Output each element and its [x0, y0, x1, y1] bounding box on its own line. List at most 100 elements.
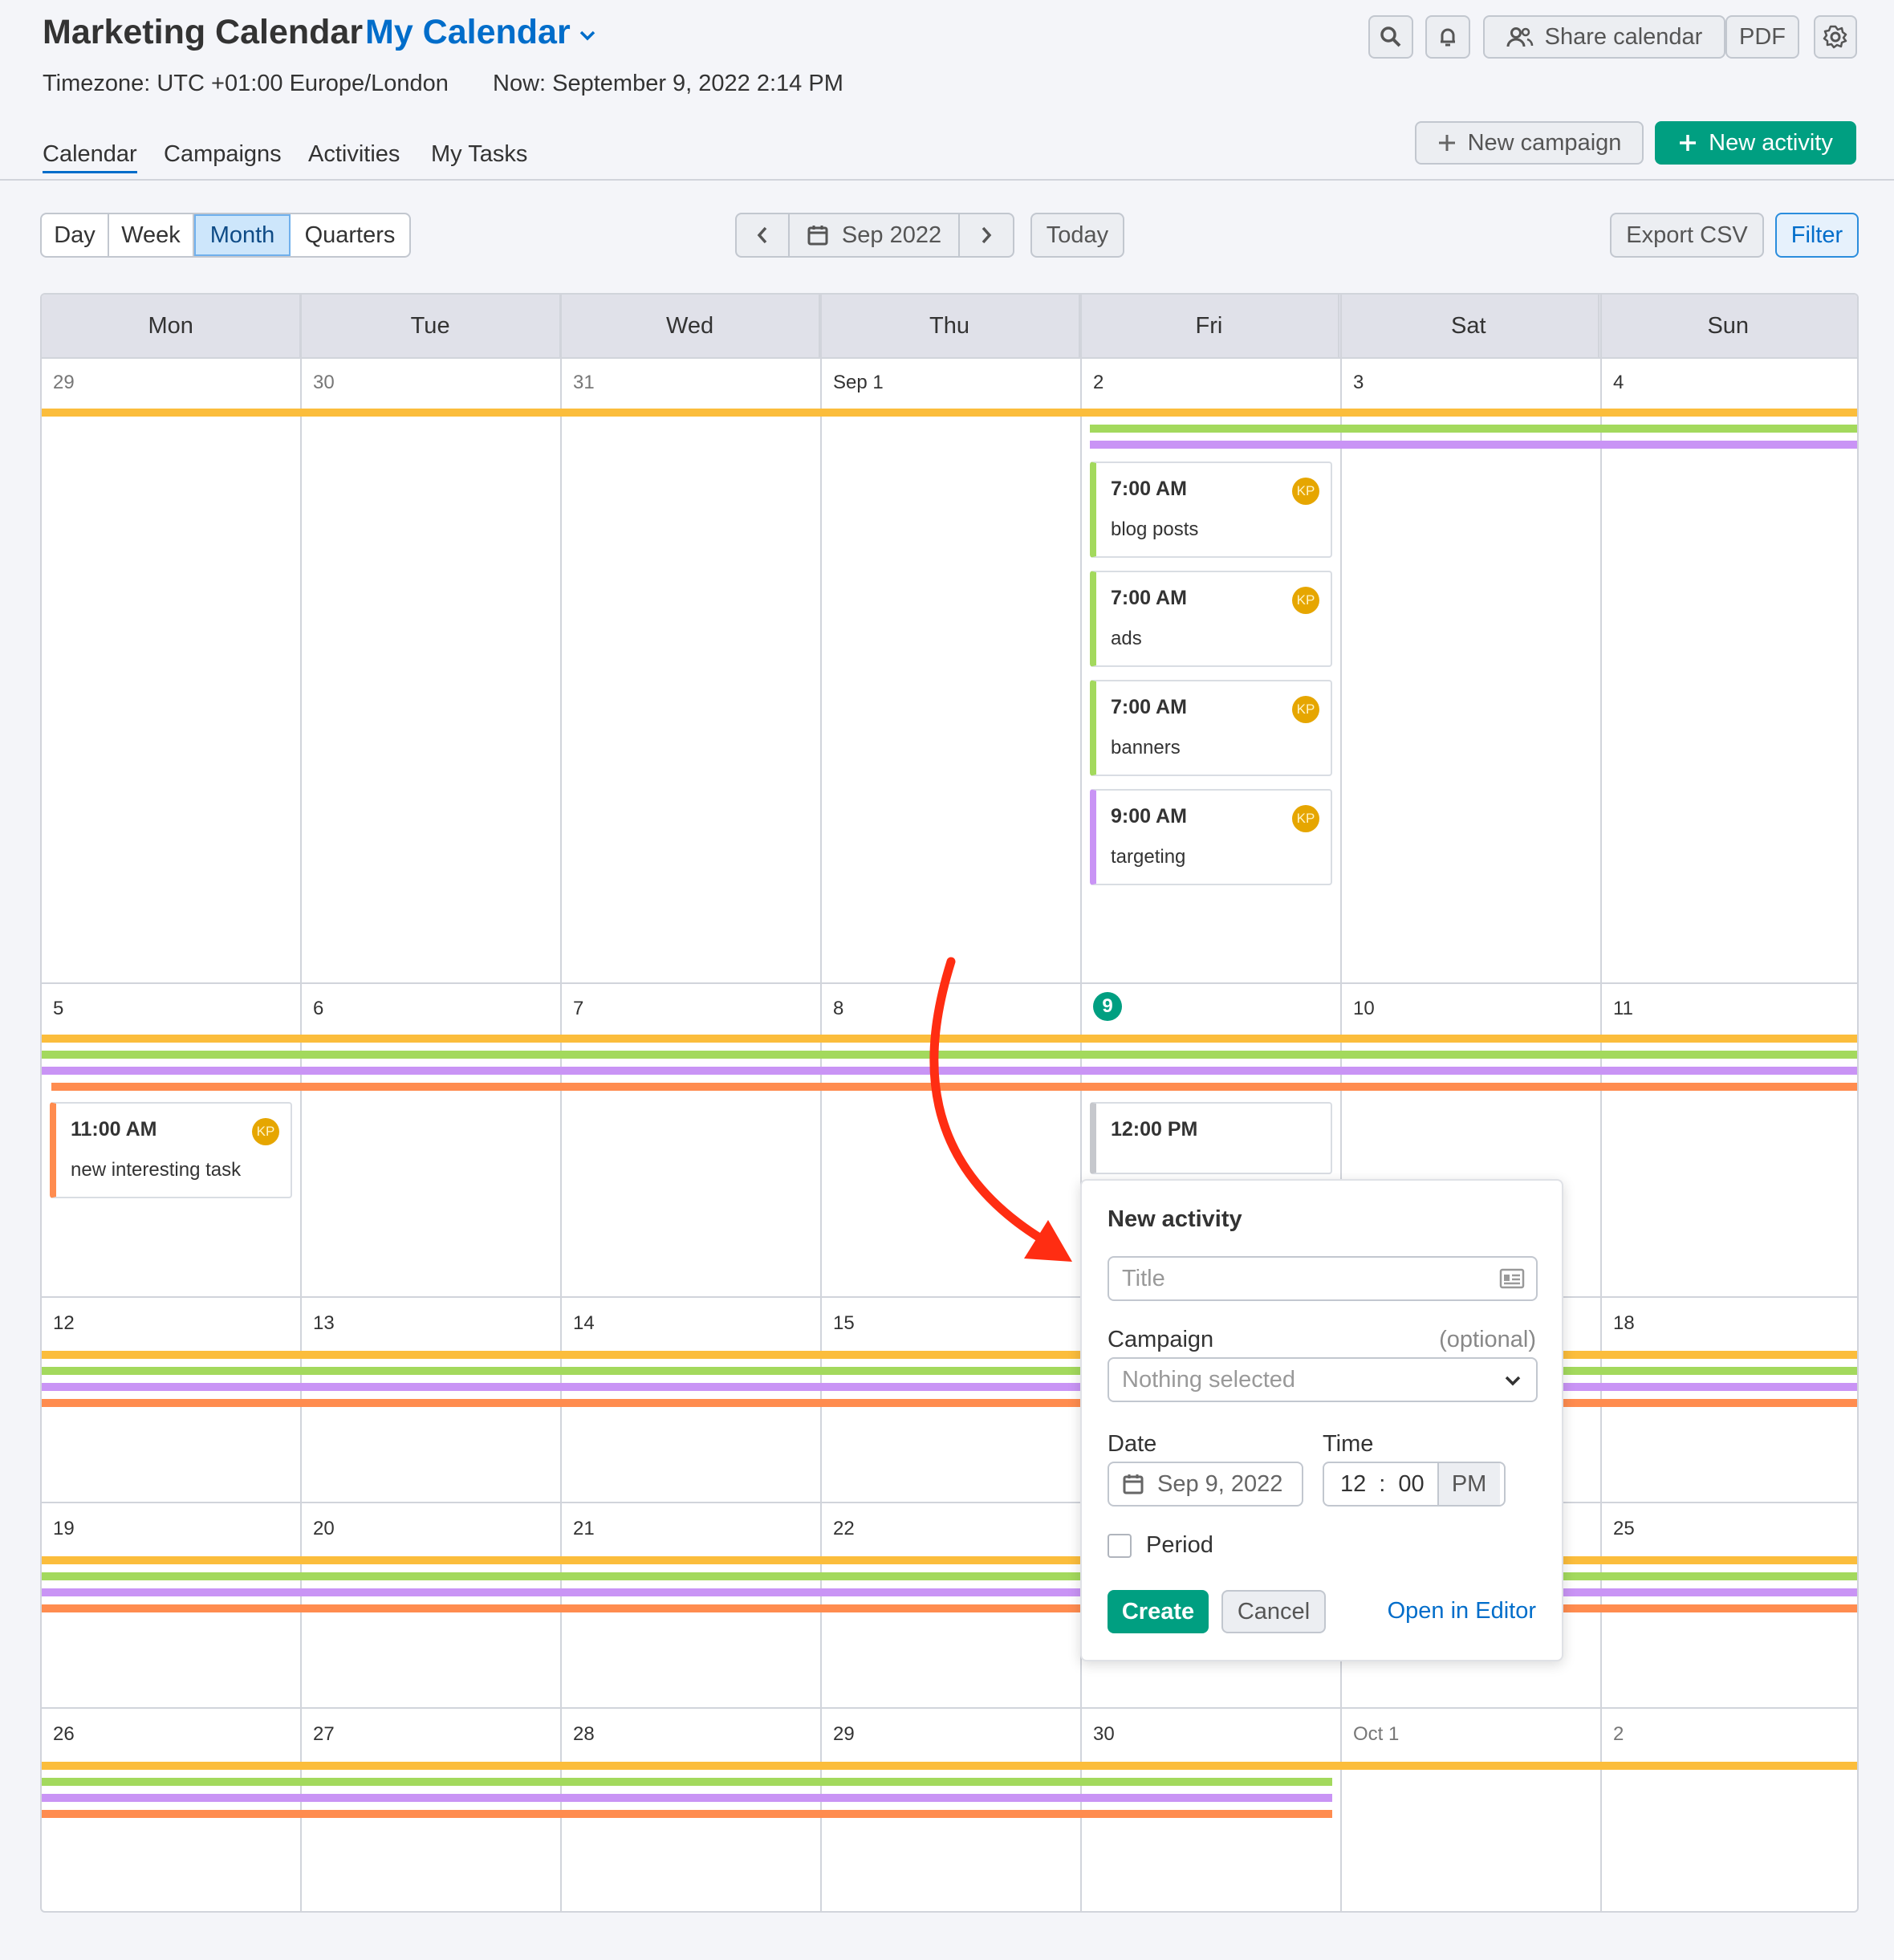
col-divider [560, 295, 562, 1911]
day-number: 30 [313, 372, 335, 393]
tab-calendar[interactable]: Calendar [43, 141, 137, 173]
open-in-editor-link[interactable]: Open in Editor [1388, 1598, 1536, 1625]
day-number: 30 [1093, 1723, 1115, 1745]
campaign-bar-yellow[interactable] [42, 1556, 1857, 1564]
notifications-button[interactable] [1425, 15, 1470, 59]
day-number: 10 [1353, 998, 1375, 1019]
tab-activities[interactable]: Activities [308, 141, 400, 168]
campaign-optional-label: (optional) [1439, 1327, 1536, 1352]
new-activity-button[interactable]: New activity [1655, 121, 1856, 165]
view-week[interactable]: Week [109, 214, 194, 256]
event-card[interactable]: 7:00 AM ads KP [1090, 571, 1332, 667]
search-button[interactable] [1368, 15, 1413, 59]
view-day[interactable]: Day [42, 214, 109, 256]
weekday-thu: Thu [820, 295, 1080, 357]
prev-period-button[interactable] [737, 214, 790, 256]
avatar: KP [1292, 478, 1319, 505]
day-number: 20 [313, 1518, 335, 1539]
campaign-bar-green[interactable] [42, 1778, 1332, 1786]
next-period-button[interactable] [960, 214, 1013, 256]
day-number: 21 [573, 1518, 595, 1539]
avatar: KP [1292, 696, 1319, 723]
page-title: Marketing Calendar [43, 13, 364, 51]
day-number: 26 [53, 1723, 75, 1745]
day-number: 29 [53, 372, 75, 393]
share-calendar-button[interactable]: Share calendar [1483, 15, 1725, 59]
calendar-name: My Calendar [365, 13, 571, 51]
campaign-bar-purple[interactable] [42, 1588, 1857, 1596]
chevron-right-icon [982, 226, 992, 244]
campaign-bar-yellow[interactable] [42, 1762, 1857, 1770]
popup-title: New activity [1108, 1206, 1242, 1232]
filter-button[interactable]: Filter [1775, 213, 1859, 258]
day-number: 6 [313, 998, 324, 1019]
day-number: 7 [573, 998, 584, 1019]
campaign-bar-orange[interactable] [42, 1810, 1332, 1818]
export-csv-button[interactable]: Export CSV [1610, 213, 1764, 258]
campaign-select-value: Nothing selected [1122, 1366, 1296, 1393]
date-label: Date [1108, 1431, 1157, 1457]
new-activity-popup: New activity Title Campaign (optional) N… [1080, 1179, 1563, 1661]
create-button[interactable]: Create [1108, 1590, 1209, 1633]
campaign-bar-purple[interactable] [42, 1383, 1857, 1391]
event-card[interactable]: 7:00 AM blog posts KP [1090, 462, 1332, 558]
event-card[interactable]: 12:00 PM [1090, 1102, 1332, 1174]
title-input[interactable]: Title [1108, 1256, 1538, 1301]
day-number: 27 [313, 1723, 335, 1745]
cancel-button[interactable]: Cancel [1221, 1590, 1326, 1633]
settings-button[interactable] [1814, 15, 1857, 59]
event-card[interactable]: 11:00 AM new interesting task KP [50, 1102, 292, 1198]
event-time: 7:00 AM [1111, 696, 1187, 718]
weekday-mon: Mon [42, 295, 302, 357]
day-number: 14 [573, 1312, 595, 1334]
event-card[interactable]: 7:00 AM banners KP [1090, 680, 1332, 776]
col-divider [300, 295, 302, 1911]
campaign-bar-orange[interactable] [42, 1399, 1857, 1407]
avatar: KP [252, 1118, 279, 1145]
date-value: Sep 9, 2022 [1157, 1470, 1283, 1497]
view-quarters[interactable]: Quarters [291, 214, 409, 256]
pdf-button[interactable]: PDF [1725, 15, 1799, 59]
campaign-bar-yellow[interactable] [42, 1351, 1857, 1359]
chevron-down-icon [579, 30, 595, 40]
bell-icon [1441, 28, 1455, 47]
weekday-fri: Fri [1080, 295, 1340, 357]
tabs-divider [0, 179, 1894, 181]
day-number: 28 [573, 1723, 595, 1745]
calendar-selector[interactable]: My Calendar [365, 13, 596, 52]
campaign-bar-purple[interactable] [42, 1794, 1332, 1802]
campaign-bar-green[interactable] [42, 1367, 1857, 1375]
weekday-header: Mon Tue Wed Thu Fri Sat Sun [42, 295, 1857, 359]
time-separator: : [1379, 1470, 1386, 1497]
campaign-bar-orange[interactable] [42, 1604, 1857, 1612]
event-card[interactable]: 9:00 AM targeting KP [1090, 789, 1332, 885]
today-marker: 9 [1093, 992, 1122, 1021]
day-number: 8 [833, 998, 844, 1019]
gear-icon [1823, 25, 1847, 49]
row-divider [42, 1502, 1857, 1503]
row-divider [42, 1707, 1857, 1709]
tab-campaigns[interactable]: Campaigns [164, 141, 282, 168]
period-picker[interactable]: Sep 2022 [790, 214, 960, 256]
ampm-toggle[interactable]: PM [1437, 1463, 1500, 1505]
day-number: 3 [1353, 372, 1364, 393]
campaign-label: Campaign [1108, 1327, 1214, 1352]
campaign-bar-green[interactable] [1090, 425, 1857, 433]
calendar-icon [807, 226, 828, 246]
day-number: 12 [53, 1312, 75, 1334]
tab-my-tasks[interactable]: My Tasks [431, 141, 527, 168]
new-campaign-button[interactable]: New campaign [1415, 121, 1644, 165]
period-navigator: Sep 2022 [735, 213, 1014, 258]
minute-input[interactable]: 00 [1398, 1471, 1424, 1498]
campaign-bar-yellow[interactable] [42, 409, 1857, 417]
view-month[interactable]: Month [194, 214, 291, 256]
event-time: 12:00 PM [1111, 1118, 1198, 1141]
today-button[interactable]: Today [1030, 213, 1124, 258]
period-checkbox[interactable] [1108, 1534, 1132, 1558]
contact-card-icon [1499, 1268, 1525, 1289]
date-picker[interactable]: Sep 9, 2022 [1108, 1462, 1303, 1507]
campaign-bar-green[interactable] [42, 1572, 1857, 1580]
campaign-bar-purple[interactable] [1090, 441, 1857, 449]
campaign-select[interactable]: Nothing selected [1108, 1357, 1538, 1402]
hour-input[interactable]: 12 [1340, 1471, 1366, 1498]
